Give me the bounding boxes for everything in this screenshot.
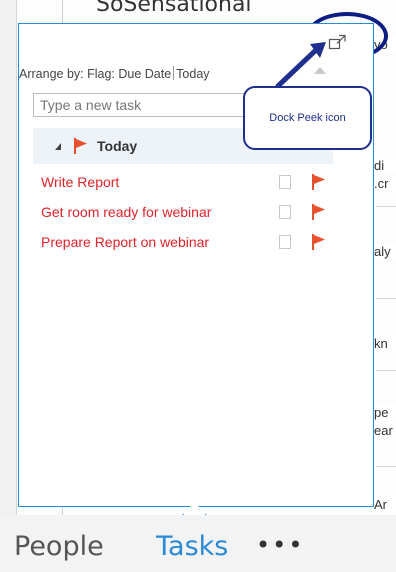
callout-dock-peek: Dock Peek icon [243, 86, 372, 150]
arrange-by-bar[interactable]: Arrange by: Flag: Due Date Today [19, 66, 210, 81]
bottom-navigation: People Tasks ••• [0, 515, 396, 572]
background-left-strip [0, 0, 17, 515]
background-fragment: .cr [374, 176, 396, 191]
task-complete-checkbox[interactable] [279, 235, 291, 249]
background-fragment: aly [374, 244, 396, 259]
task-row[interactable]: Write Report [33, 169, 333, 195]
background-row-divider [376, 370, 396, 371]
flag-icon[interactable] [311, 203, 327, 221]
background-row-divider [376, 466, 396, 467]
flag-icon[interactable] [311, 173, 327, 191]
task-title[interactable]: Prepare Report on webinar [41, 234, 209, 250]
task-row[interactable]: Get room ready for webinar [33, 199, 333, 225]
task-complete-checkbox[interactable] [279, 205, 291, 219]
nav-more-button[interactable]: ••• [256, 531, 304, 559]
flag-icon [74, 138, 87, 154]
task-title[interactable]: Write Report [41, 174, 119, 190]
background-row-divider [376, 298, 396, 299]
group-label: Today [97, 138, 138, 154]
arrange-separator [173, 66, 175, 80]
task-complete-checkbox[interactable] [279, 175, 291, 189]
callout-text: Dock Peek icon [269, 112, 346, 124]
background-fragment: ear [374, 423, 396, 438]
background-row-divider [376, 206, 396, 207]
background-fragment: Ar [374, 497, 396, 512]
background-fragment: pe [374, 405, 396, 420]
nav-people[interactable]: People [14, 531, 104, 562]
background-fragment: di [374, 158, 396, 173]
task-title[interactable]: Get room ready for webinar [41, 204, 211, 220]
arrange-group-label: Today [176, 67, 210, 81]
new-task-input[interactable] [33, 93, 249, 117]
background-header-title: SoSensational [96, 0, 252, 17]
callout-pointer [275, 42, 326, 88]
collapse-arrow-icon[interactable] [55, 142, 61, 150]
arrange-by-label: Arrange by: Flag: Due Date [19, 67, 172, 81]
background-fragment: kn [374, 336, 396, 351]
task-row[interactable]: Prepare Report on webinar [33, 229, 333, 255]
flag-icon[interactable] [311, 233, 327, 251]
nav-tasks[interactable]: Tasks [156, 531, 228, 562]
